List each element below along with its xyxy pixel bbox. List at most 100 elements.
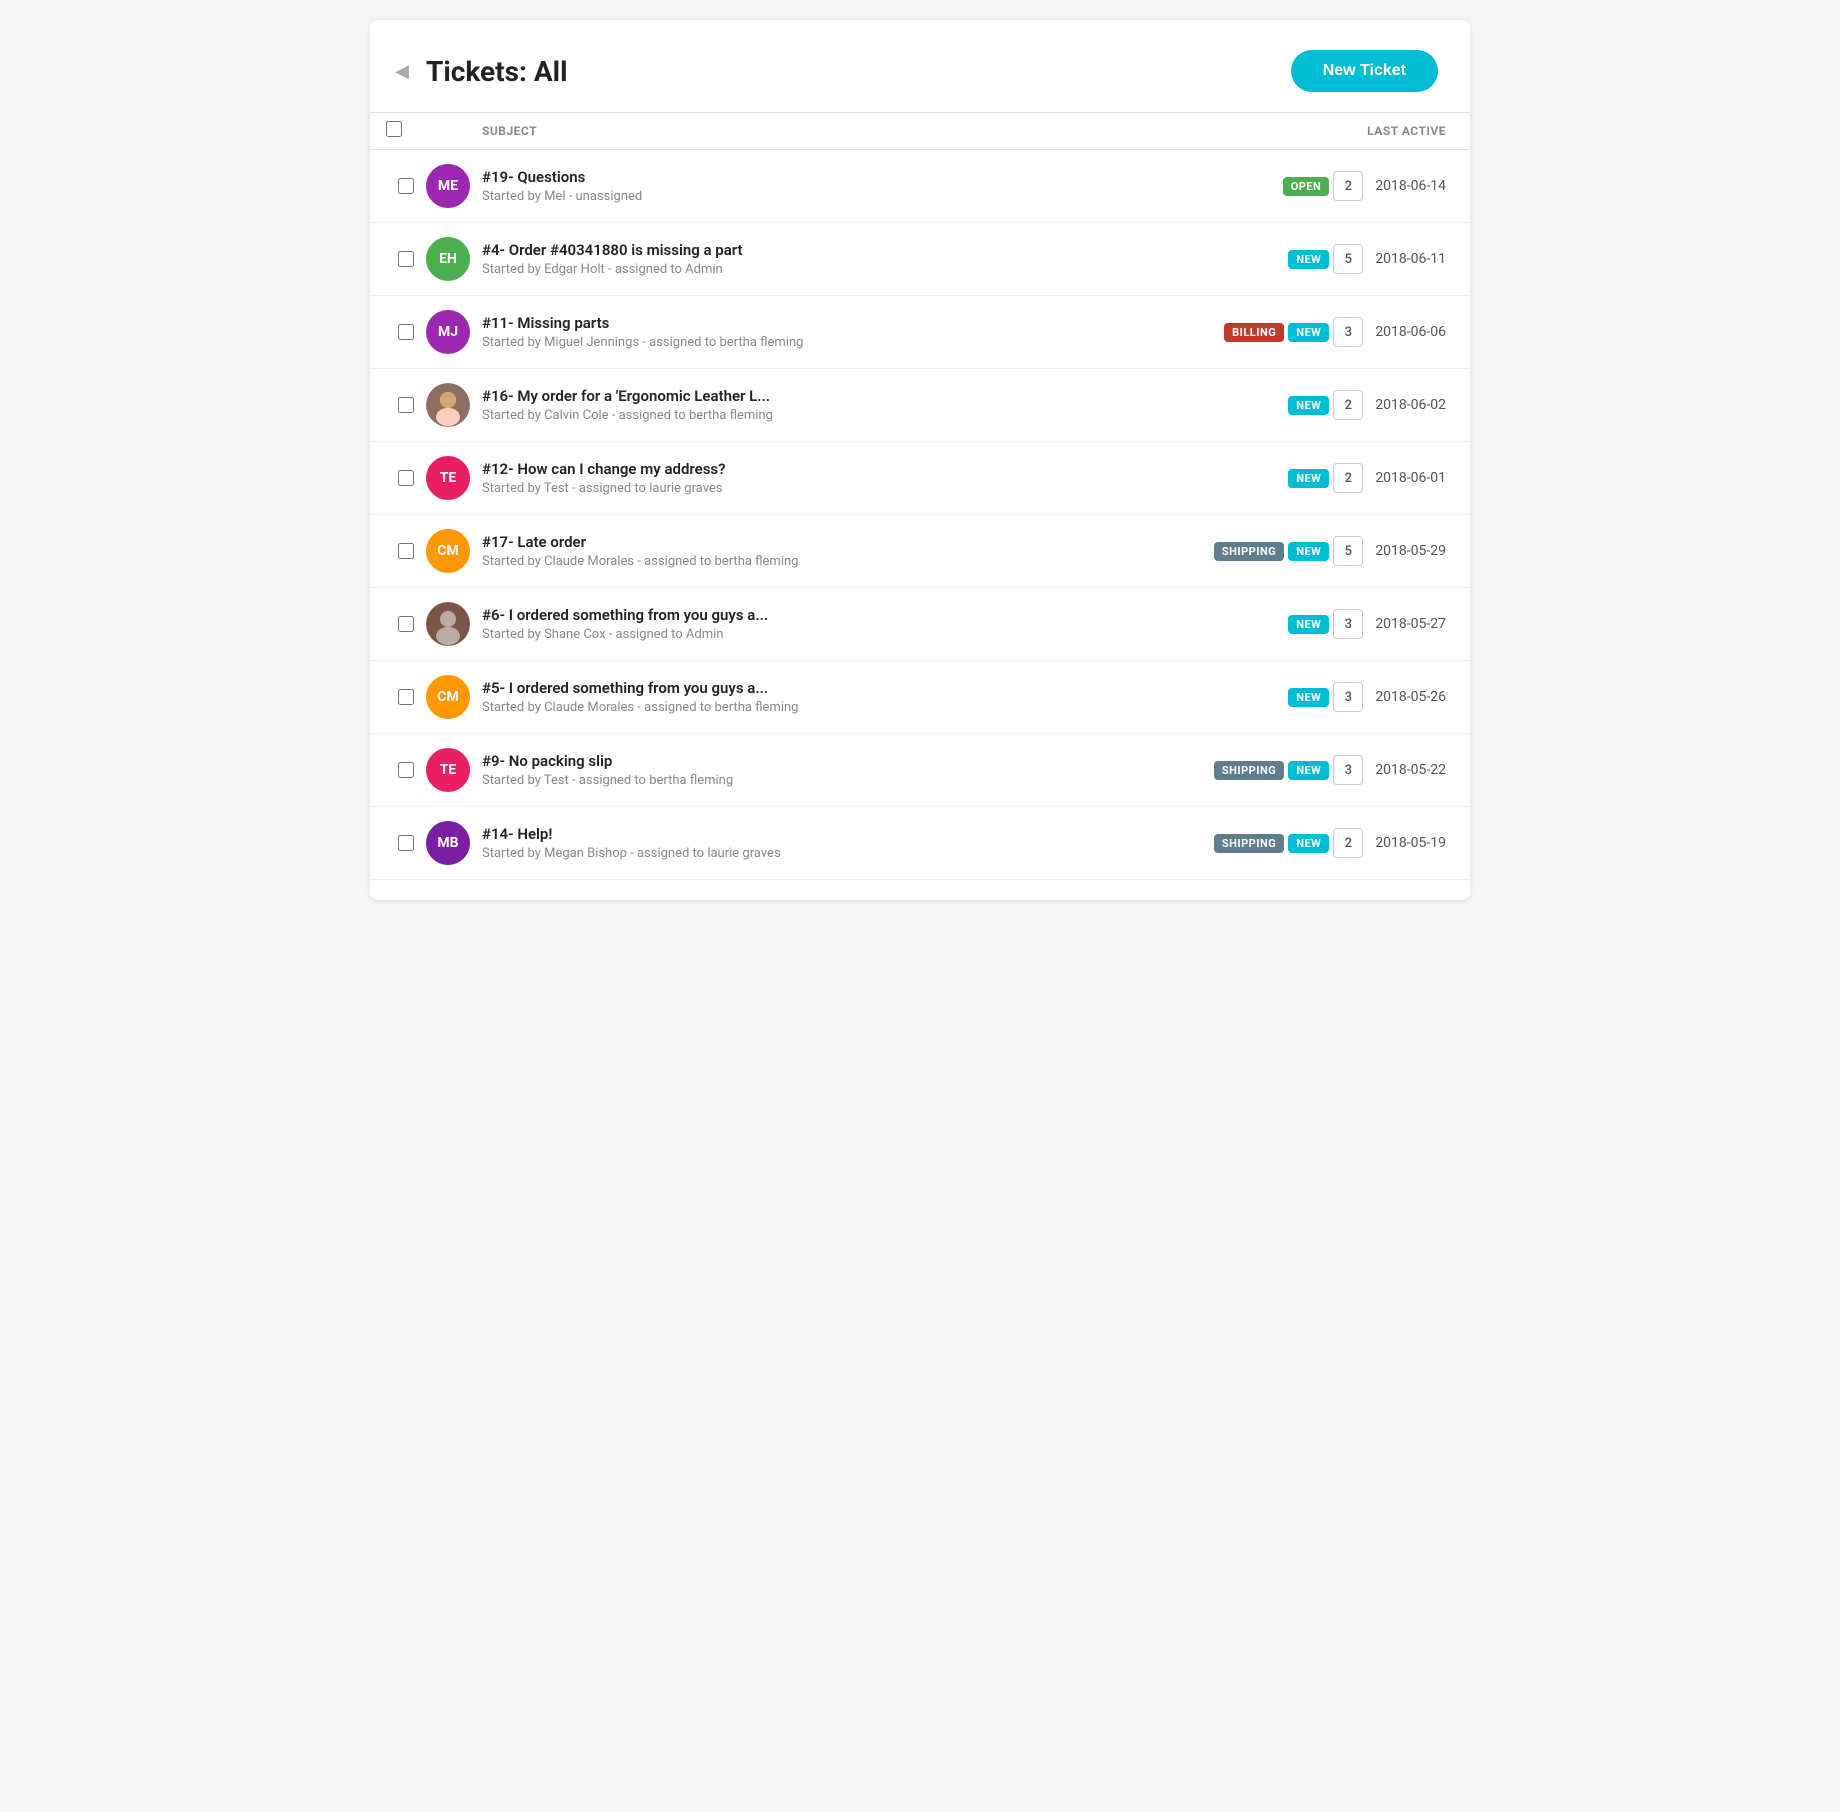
reply-count: 3 (1333, 682, 1363, 712)
table-row[interactable]: TE#12- How can I change my address?Start… (370, 442, 1470, 515)
row-checkbox-cell (386, 178, 426, 194)
table-row[interactable]: ME#19- QuestionsStarted by Mel - unassig… (370, 150, 1470, 223)
badge-new: NEW (1288, 615, 1329, 634)
ticket-title: #14- Help! (482, 825, 1286, 843)
badge-open: OPEN (1283, 177, 1330, 196)
table-row[interactable]: #6- I ordered something from you guys a.… (370, 588, 1470, 661)
badge-new: NEW (1288, 834, 1329, 853)
row-checkbox[interactable] (398, 397, 414, 413)
avatar: CM (426, 529, 482, 573)
reply-count: 3 (1333, 755, 1363, 785)
ticket-right-cell: NEW2 2018-06-01 (1286, 463, 1446, 493)
ticket-subtitle: Started by Megan Bishop - assigned to la… (482, 846, 1286, 861)
row-checkbox[interactable] (398, 616, 414, 632)
last-active-date: 2018-06-11 (1375, 251, 1446, 267)
reply-count: 2 (1333, 463, 1363, 493)
avatar: MB (426, 821, 482, 865)
row-checkbox-cell (386, 397, 426, 413)
table-row[interactable]: #16- My order for a 'Ergonomic Leather L… (370, 369, 1470, 442)
last-active-date: 2018-05-29 (1375, 543, 1446, 559)
last-active-date: 2018-06-14 (1375, 178, 1446, 194)
last-active-date: 2018-06-01 (1375, 470, 1446, 486)
avatar: CM (426, 675, 482, 719)
ticket-right-cell: SHIPPINGNEW32018-05-22 (1286, 755, 1446, 785)
badges-group: NEW3 (1288, 609, 1363, 639)
badges-group: SHIPPINGNEW2 (1214, 828, 1364, 858)
row-checkbox[interactable] (398, 470, 414, 486)
badges-group: NEW3 (1288, 682, 1363, 712)
badge-shipping: SHIPPING (1214, 834, 1284, 853)
row-checkbox[interactable] (398, 689, 414, 705)
ticket-info: #14- Help! Started by Megan Bishop - assi… (482, 825, 1286, 861)
new-ticket-button[interactable]: New Ticket (1291, 50, 1438, 92)
badge-shipping: SHIPPING (1214, 761, 1284, 780)
ticket-info: #11- Missing partsStarted by Miguel Jenn… (482, 314, 1286, 350)
last-active-date: 2018-05-19 (1375, 835, 1446, 851)
row-checkbox-cell (386, 543, 426, 559)
row-checkbox[interactable] (398, 543, 414, 559)
table-row[interactable]: CM#17- Late orderStarted by Claude Moral… (370, 515, 1470, 588)
ticket-info: #9- No packing slipStarted by Test - ass… (482, 752, 1286, 788)
row-checkbox[interactable] (398, 835, 414, 851)
reply-count: 3 (1333, 609, 1363, 639)
ticket-subtitle: Started by Calvin Cole - assigned to ber… (482, 408, 1286, 423)
table-row[interactable]: TE#9- No packing slipStarted by Test - a… (370, 734, 1470, 807)
badge-new: NEW (1288, 761, 1329, 780)
ticket-title: #19- Questions (482, 168, 1286, 186)
row-checkbox[interactable] (398, 178, 414, 194)
tickets-container: ◀ Tickets: All New Ticket SUBJECT LAST A… (370, 20, 1470, 900)
header-left: ◀ Tickets: All (390, 55, 568, 88)
reply-count: 3 (1333, 317, 1363, 347)
avatar: EH (426, 237, 482, 281)
row-checkbox[interactable] (398, 251, 414, 267)
sidebar-toggle-icon[interactable]: ◀ (390, 59, 414, 83)
ticket-subtitle: Started by Miguel Jennings - assigned to… (482, 335, 1286, 350)
table-row[interactable]: MB#14- Help! Started by Megan Bishop - as… (370, 807, 1470, 880)
reply-count: 2 (1333, 390, 1363, 420)
ticket-title: #4- Order #40341880 is missing a part (482, 241, 1286, 259)
row-checkbox-cell (386, 251, 426, 267)
avatar (426, 602, 482, 646)
select-all-checkbox[interactable] (386, 121, 402, 137)
row-checkbox-cell (386, 762, 426, 778)
ticket-right-cell: SHIPPINGNEW22018-05-19 (1286, 828, 1446, 858)
ticket-subtitle: Started by Claude Morales - assigned to … (482, 700, 1286, 715)
last-active-date: 2018-06-06 (1375, 324, 1446, 340)
ticket-title: #6- I ordered something from you guys a.… (482, 606, 1286, 624)
badge-new: NEW (1288, 542, 1329, 561)
ticket-right-cell: NEW22018-06-02 (1286, 390, 1446, 420)
row-checkbox[interactable] (398, 324, 414, 340)
ticket-right-cell: SHIPPINGNEW52018-05-29 (1286, 536, 1446, 566)
ticket-info: #19- QuestionsStarted by Mel - unassigne… (482, 168, 1286, 204)
reply-count: 2 (1333, 828, 1363, 858)
badges-group: OPEN2 (1283, 171, 1364, 201)
avatar (426, 383, 482, 427)
ticket-info: #17- Late orderStarted by Claude Morales… (482, 533, 1286, 569)
badge-new: NEW (1288, 688, 1329, 707)
ticket-subtitle: Started by Shane Cox - assigned to Admin (482, 627, 1286, 642)
ticket-right-cell: BILLINGNEW32018-06-06 (1286, 317, 1446, 347)
badge-new: NEW (1288, 396, 1329, 415)
ticket-subtitle: Started by Test - assigned to laurie gra… (482, 481, 1286, 496)
avatar: MJ (426, 310, 482, 354)
badge-billing: BILLING (1224, 323, 1284, 342)
page-title: Tickets: All (426, 55, 568, 88)
ticket-right-cell: NEW52018-06-11 (1286, 244, 1446, 274)
badges-group: NEW2 (1288, 390, 1363, 420)
ticket-info: #6- I ordered something from you guys a.… (482, 606, 1286, 642)
table-row[interactable]: MJ#11- Missing partsStarted by Miguel Je… (370, 296, 1470, 369)
row-checkbox-cell (386, 324, 426, 340)
table-row[interactable]: CM#5- I ordered something from you guys … (370, 661, 1470, 734)
avatar: TE (426, 748, 482, 792)
row-checkbox-cell (386, 835, 426, 851)
ticket-right-cell: OPEN2 2018-06-14 (1286, 171, 1446, 201)
ticket-list: ME#19- QuestionsStarted by Mel - unassig… (370, 150, 1470, 880)
ticket-info: #16- My order for a 'Ergonomic Leather L… (482, 387, 1286, 423)
ticket-right-cell: NEW32018-05-26 (1286, 682, 1446, 712)
row-checkbox-cell (386, 689, 426, 705)
row-checkbox-cell (386, 616, 426, 632)
table-row[interactable]: EH#4- Order #40341880 is missing a partS… (370, 223, 1470, 296)
badge-new: NEW (1288, 469, 1329, 488)
row-checkbox[interactable] (398, 762, 414, 778)
reply-count: 2 (1333, 171, 1363, 201)
